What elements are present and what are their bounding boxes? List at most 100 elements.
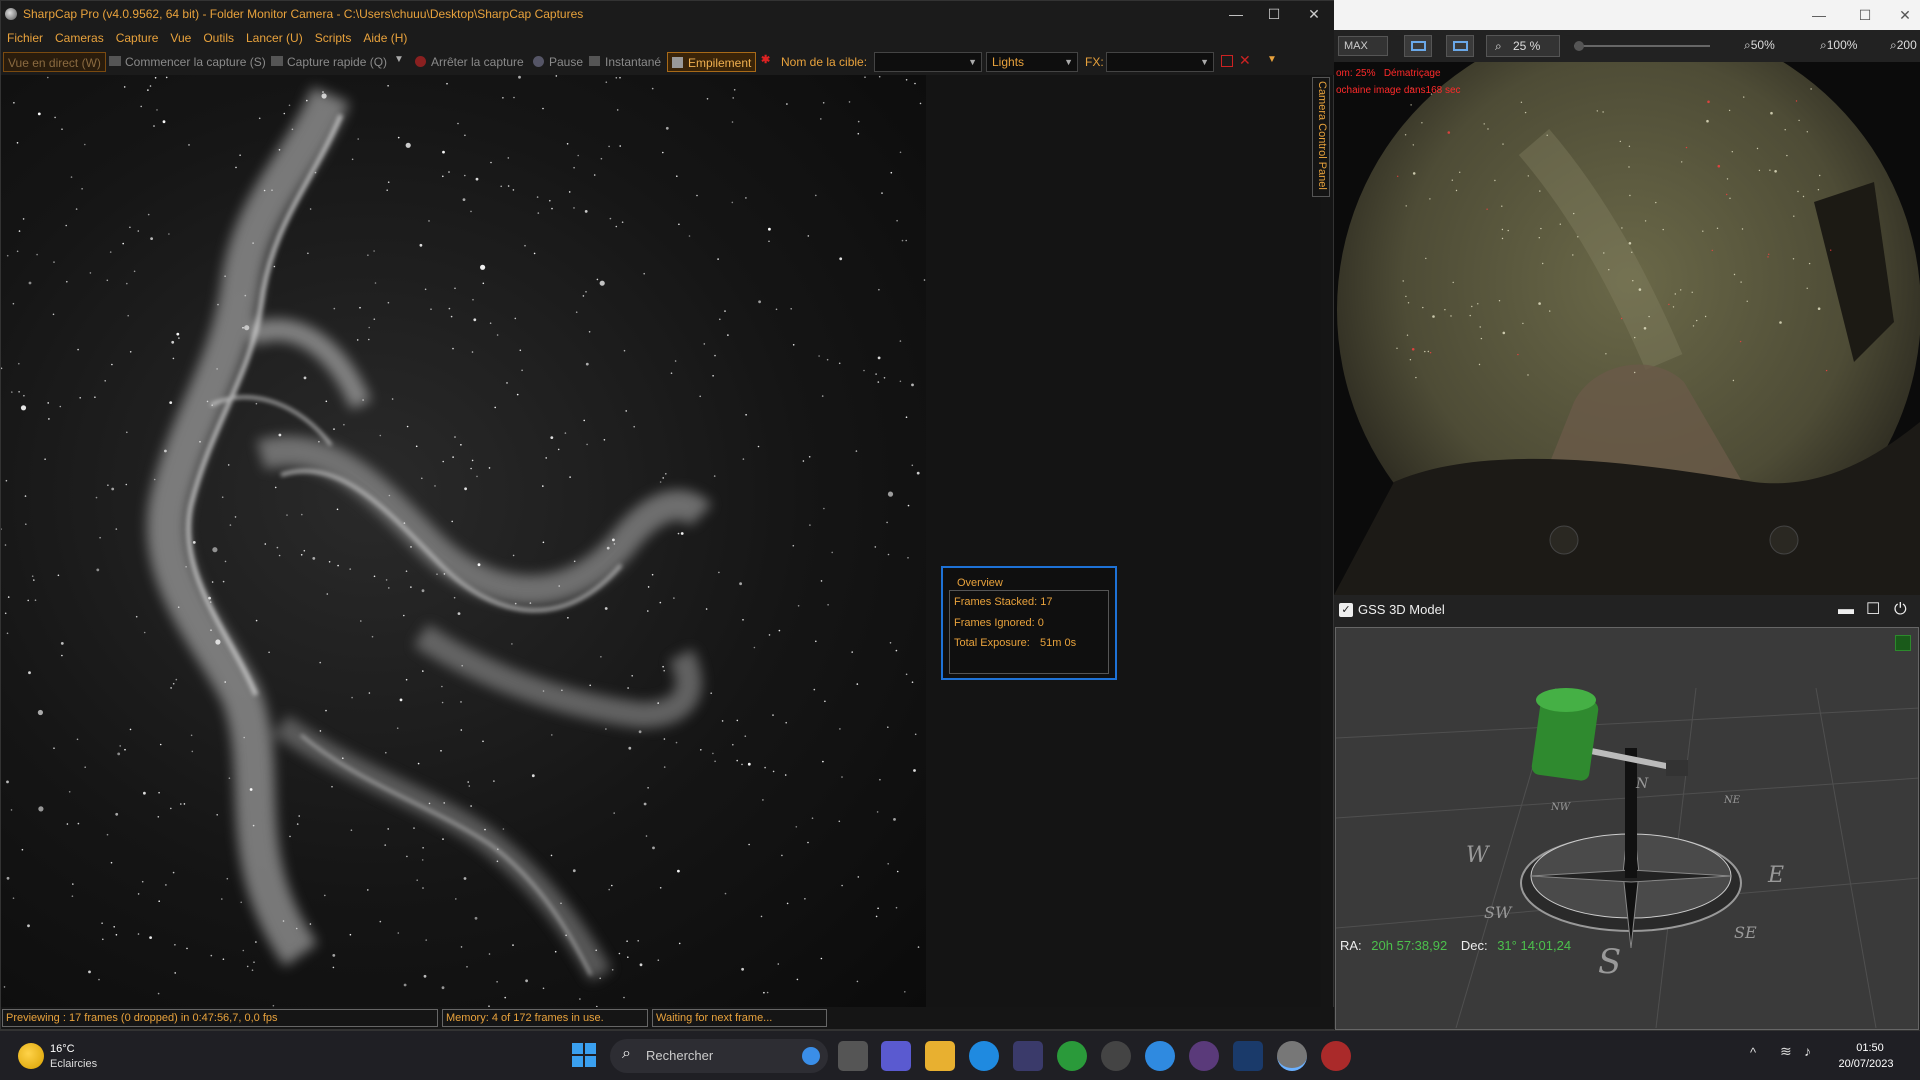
- stop-capture-button[interactable]: Arrêter la capture: [427, 52, 528, 72]
- start-tile: [585, 1056, 596, 1067]
- sky-star: [1634, 336, 1636, 339]
- star: [405, 570, 408, 572]
- stacking-button[interactable]: Empilement: [667, 52, 757, 72]
- sky-star: [1422, 306, 1424, 309]
- sky-star: [1779, 321, 1782, 324]
- star: [742, 619, 744, 621]
- star: [665, 473, 667, 475]
- zoom-200-button[interactable]: ⌕200: [1890, 38, 1917, 53]
- pause-button[interactable]: Pause: [545, 52, 587, 72]
- app-target-icon[interactable]: [1233, 1041, 1263, 1071]
- menu-capture[interactable]: Capture: [110, 27, 165, 49]
- star: [542, 690, 545, 692]
- tray-chevron-icon[interactable]: ^: [1750, 1045, 1756, 1060]
- allsky-image-view[interactable]: om: 25% Dématriçage ochaine image dans16…: [1334, 62, 1920, 595]
- star: [724, 310, 726, 312]
- wifi-icon[interactable]: ≋: [1780, 1043, 1792, 1060]
- sky-star: [1634, 371, 1636, 374]
- star: [703, 343, 706, 345]
- chevron-down-icon[interactable]: ▼: [394, 54, 404, 65]
- start-tile: [585, 1043, 596, 1054]
- zoom-100-button[interactable]: ⌕100%: [1820, 38, 1857, 53]
- store-icon[interactable]: [1013, 1041, 1043, 1071]
- sharpcap-taskbar-icon[interactable]: [1277, 1041, 1307, 1071]
- image-viewer[interactable]: Overview Frames Stacked: 17 Frames Ignor…: [1, 75, 1321, 1007]
- weather-icon[interactable]: [18, 1043, 44, 1069]
- star: [886, 521, 888, 524]
- target-name-dropdown[interactable]: ▼: [874, 52, 982, 72]
- start-capture-button[interactable]: Commencer la capture (S): [121, 52, 270, 72]
- star: [905, 416, 908, 419]
- clock-date[interactable]: 20/07/2023: [1830, 1058, 1902, 1070]
- close-button[interactable]: ✕: [1291, 1, 1337, 27]
- search-box[interactable]: ⌕ Rechercher: [610, 1039, 828, 1073]
- star: [727, 334, 729, 336]
- app-astro-icon[interactable]: [1101, 1041, 1131, 1071]
- teams-chat-icon[interactable]: [881, 1041, 911, 1071]
- allsky-fisheye-svg: [1334, 62, 1920, 595]
- close-button[interactable]: ✕: [1882, 2, 1920, 28]
- star: [94, 396, 96, 399]
- sky-star: [1486, 208, 1488, 210]
- star: [137, 230, 140, 232]
- app-red-icon[interactable]: [1321, 1041, 1351, 1071]
- quick-capture-button[interactable]: Capture rapide (Q): [283, 52, 391, 72]
- weather-temp[interactable]: 16°C: [50, 1043, 75, 1055]
- minimize-button[interactable]: —: [1796, 2, 1842, 28]
- zoom-25-button[interactable]: ⌕ 25 %: [1486, 35, 1560, 57]
- camera-control-panel-tab[interactable]: Camera Control Panel: [1312, 77, 1330, 197]
- task-view-icon[interactable]: [838, 1041, 868, 1071]
- selection-box-icon[interactable]: [1221, 55, 1233, 67]
- settings-panel-icon[interactable]: [1895, 635, 1911, 651]
- zoom-slider-thumb[interactable]: [1574, 41, 1584, 51]
- full-screen-icon[interactable]: [1446, 35, 1474, 57]
- gss-3d-view[interactable]: N E S W NE NW SE SW RA: 20h 57:38,92 Dec…: [1335, 627, 1919, 1030]
- star: [589, 684, 591, 687]
- fx-dropdown[interactable]: ▼: [1106, 52, 1214, 72]
- stacking-label: Empilement: [688, 56, 752, 70]
- star: [633, 425, 635, 428]
- star: [608, 888, 610, 891]
- star: [651, 573, 654, 576]
- zoom-50-button[interactable]: ⌕50%: [1744, 38, 1775, 53]
- star: [736, 719, 739, 722]
- star: [54, 116, 56, 119]
- app-green-icon[interactable]: [1057, 1041, 1087, 1071]
- menu-cameras[interactable]: Cameras: [49, 27, 110, 49]
- start-icon[interactable]: [572, 1043, 596, 1067]
- file-explorer-icon[interactable]: [925, 1041, 955, 1071]
- minimize-icon[interactable]: ▬: [1838, 595, 1854, 625]
- star: [137, 933, 140, 935]
- max-button[interactable]: MAX: [1338, 36, 1388, 56]
- weather-desc[interactable]: Eclaircies: [50, 1058, 97, 1070]
- menu-lancer[interactable]: Lancer (U): [240, 27, 309, 49]
- menu-aide[interactable]: Aide (H): [357, 27, 413, 49]
- fit-window-icon[interactable]: [1404, 35, 1432, 57]
- volume-icon[interactable]: ♪: [1804, 1043, 1811, 1059]
- menu-vue[interactable]: Vue: [164, 27, 197, 49]
- power-icon[interactable]: ⏻: [1894, 595, 1907, 625]
- crosshair-icon[interactable]: ✕: [1239, 52, 1251, 69]
- menu-scripts[interactable]: Scripts: [309, 27, 358, 49]
- stellarium-icon[interactable]: [1189, 1041, 1219, 1071]
- chevron-down-icon[interactable]: ▼: [1267, 54, 1277, 65]
- app-blue-icon[interactable]: [1145, 1041, 1175, 1071]
- star: [109, 251, 112, 253]
- star: [713, 475, 716, 477]
- star: [122, 242, 124, 245]
- clock-time[interactable]: 01:50: [1840, 1042, 1900, 1054]
- menu-fichier[interactable]: Fichier: [1, 27, 49, 49]
- menu-outils[interactable]: Outils: [197, 27, 240, 49]
- star: [165, 884, 167, 886]
- snapshot-button[interactable]: Instantané: [601, 52, 665, 72]
- star: [896, 870, 899, 873]
- edge-icon[interactable]: [969, 1041, 999, 1071]
- star: [874, 546, 877, 548]
- chevron-down-icon: ▼: [968, 57, 977, 67]
- zoom-slider[interactable]: [1574, 41, 1710, 51]
- gss-checkbox[interactable]: ✓: [1339, 603, 1353, 617]
- maximize-icon[interactable]: ☐: [1866, 595, 1880, 625]
- frame-type-dropdown[interactable]: Lights ▼: [986, 52, 1078, 72]
- live-view-button[interactable]: Vue en direct (W): [3, 52, 106, 72]
- star: [117, 752, 121, 756]
